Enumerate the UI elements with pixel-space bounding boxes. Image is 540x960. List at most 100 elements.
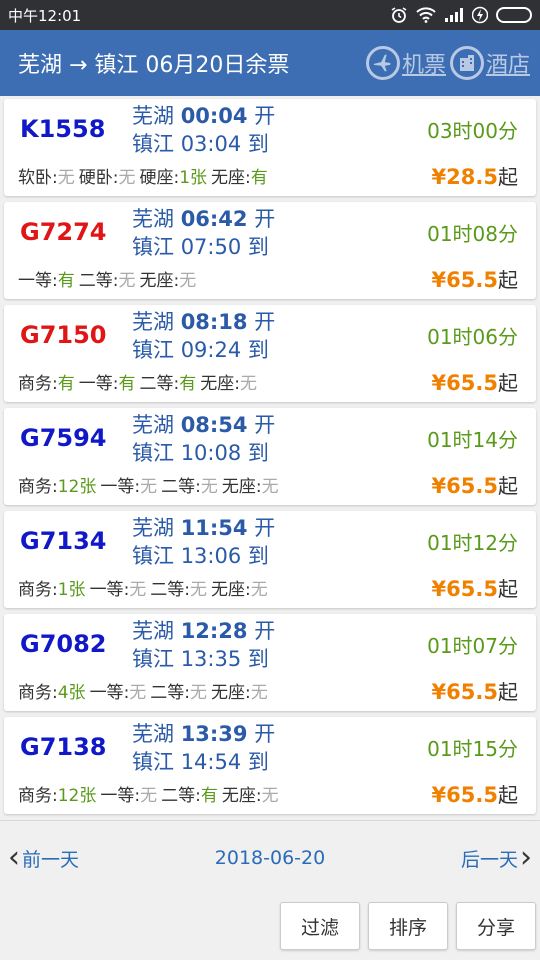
seat-availability: 无座:无	[221, 786, 279, 806]
train-times: 芜湖 08:54 开镇江 10:08 到	[132, 411, 275, 467]
price: ¥65.5起	[432, 573, 518, 602]
price-symbol: ¥	[431, 371, 447, 395]
train-card[interactable]: G7082 芜湖 12:28 开镇江 13:35 到 01时07分 商务:4张 一等:无…	[4, 614, 536, 711]
arrival-time: 13:35	[180, 647, 242, 671]
train-times: 芜湖 08:18 开镇江 09:24 到	[132, 308, 275, 364]
status-time: 中午12:01	[8, 6, 82, 25]
price-suffix: 起	[498, 783, 518, 807]
price: ¥65.5起	[432, 367, 518, 396]
train-card[interactable]: G7138 芜湖 13:39 开镇江 14:54 到 01时15分 商务:12张 一等:…	[4, 717, 536, 814]
seat-count: 无	[190, 683, 208, 703]
seat-type: 二等	[150, 683, 185, 703]
arrival-suffix: 到	[247, 750, 269, 774]
trip-duration: 01时07分	[427, 634, 518, 658]
seat-type: 无座	[200, 374, 235, 394]
train-number: G7150	[20, 321, 107, 349]
departure-station: 芜湖	[132, 310, 174, 334]
seat-list: 商务:12张 一等:无 二等:有 无座:无	[18, 781, 283, 806]
flight-link[interactable]: 机票	[365, 46, 446, 80]
chevron-right-icon: ›	[519, 840, 532, 875]
header-bar: 芜湖 → 镇江 06月20日余票 机票 酒店	[0, 30, 540, 96]
price-suffix: 起	[498, 680, 518, 704]
arrival-suffix: 到	[247, 235, 269, 259]
train-number: G7082	[20, 630, 107, 658]
seat-availability: 一等:无	[89, 683, 147, 703]
seat-count: 无	[129, 580, 147, 600]
price-amount: 65.5	[446, 268, 498, 292]
seat-count: 12张	[57, 477, 97, 497]
seat-type: 二等	[78, 271, 113, 291]
page-title: 芜湖 → 镇江 06月20日余票	[18, 53, 290, 78]
price-amount: 65.5	[446, 474, 498, 498]
seat-count: 无	[200, 477, 218, 497]
seat-count: 1张	[57, 580, 86, 600]
hotel-link[interactable]: 酒店	[449, 46, 530, 80]
train-card[interactable]: G7274 芜湖 06:42 开镇江 07:50 到 01时08分 一等:有 二等:无无…	[4, 202, 536, 299]
price-suffix: 起	[498, 577, 518, 601]
arrival-time: 03:04	[180, 132, 242, 156]
train-card[interactable]: G7594 芜湖 08:54 开镇江 10:08 到 01时14分 商务:12张 一等:…	[4, 408, 536, 505]
seat-count: 无	[190, 580, 208, 600]
seat-availability: 无座:无	[211, 683, 268, 703]
seat-count: 有	[250, 168, 268, 188]
seat-availability: 二等:有	[161, 786, 218, 806]
seat-availability: 无座:无	[221, 477, 279, 497]
train-number: G7134	[20, 527, 107, 555]
train-number: G7594	[20, 424, 107, 452]
seat-type: 无座	[221, 477, 256, 497]
seat-count: 无	[261, 477, 279, 497]
price-suffix: 起	[498, 474, 518, 498]
seat-availability: 一等:有	[78, 374, 136, 394]
next-day-button[interactable]: 后一天 ›	[461, 843, 532, 873]
seat-type: 硬座	[139, 168, 174, 188]
seat-count: 无	[118, 271, 136, 291]
seat-availability: 硬卧:无	[78, 168, 136, 188]
seat-availability: 二等:无	[161, 477, 218, 497]
seat-availability: 无座:无	[200, 374, 257, 394]
departure-suffix: 开	[254, 516, 276, 540]
seat-type: 商务	[18, 683, 52, 703]
departure-station: 芜湖	[132, 619, 174, 643]
hotel-label: 酒店	[485, 53, 530, 78]
share-button[interactable]: 分享	[456, 902, 536, 950]
arrival-time: 14:54	[180, 750, 242, 774]
filter-button[interactable]: 过滤	[280, 902, 360, 950]
building-icon	[449, 46, 484, 80]
departure-suffix: 开	[254, 310, 276, 334]
seat-type: 一等	[100, 477, 135, 497]
seat-list: 一等:有 二等:无 无座:无	[18, 266, 200, 291]
seat-type: 无座	[221, 786, 256, 806]
current-date[interactable]: 2018-06-20	[215, 847, 325, 869]
train-card[interactable]: G7134 芜湖 11:54 开镇江 13:06 到 01时12分 商务:1张 一等:无…	[4, 511, 536, 608]
price-symbol: ¥	[431, 165, 447, 189]
status-bar: 中午12:01	[0, 0, 540, 30]
sort-button[interactable]: 排序	[368, 902, 448, 950]
seat-availability: 二等:有	[139, 374, 197, 394]
trip-duration: 01时08分	[427, 222, 518, 246]
departure-suffix: 开	[254, 207, 276, 231]
departure-station: 芜湖	[132, 207, 174, 231]
price-suffix: 起	[498, 165, 518, 189]
battery-icon	[496, 7, 532, 23]
arrival-suffix: 到	[247, 544, 269, 568]
departure-time: 12:28	[180, 619, 248, 643]
wifi-icon	[416, 7, 436, 23]
departure-time: 08:18	[180, 310, 248, 334]
train-card[interactable]: K1558 芜湖 00:04 开镇江 03:04 到 03时00分 软卧:无 硬卧:无硬…	[4, 99, 536, 196]
arrival-time: 10:08	[180, 441, 242, 465]
price: ¥65.5起	[432, 676, 518, 705]
prev-day-button[interactable]: ‹ 前一天	[8, 843, 79, 873]
seat-type: 软卧	[18, 168, 52, 188]
departure-suffix: 开	[254, 619, 276, 643]
seat-availability: 商务:有	[18, 374, 75, 394]
arrival-station: 镇江	[132, 338, 174, 362]
arrival-time: 09:24	[180, 338, 242, 362]
arrival-station: 镇江	[132, 132, 174, 156]
train-times: 芜湖 00:04 开镇江 03:04 到	[132, 102, 275, 158]
arrival-suffix: 到	[247, 132, 269, 156]
price-amount: 28.5	[446, 165, 498, 189]
departure-station: 芜湖	[132, 722, 174, 746]
price-amount: 65.5	[446, 371, 498, 395]
trip-duration: 01时06分	[427, 325, 518, 349]
train-card[interactable]: G7150 芜湖 08:18 开镇江 09:24 到 01时06分 商务:有 一等:有二…	[4, 305, 536, 402]
